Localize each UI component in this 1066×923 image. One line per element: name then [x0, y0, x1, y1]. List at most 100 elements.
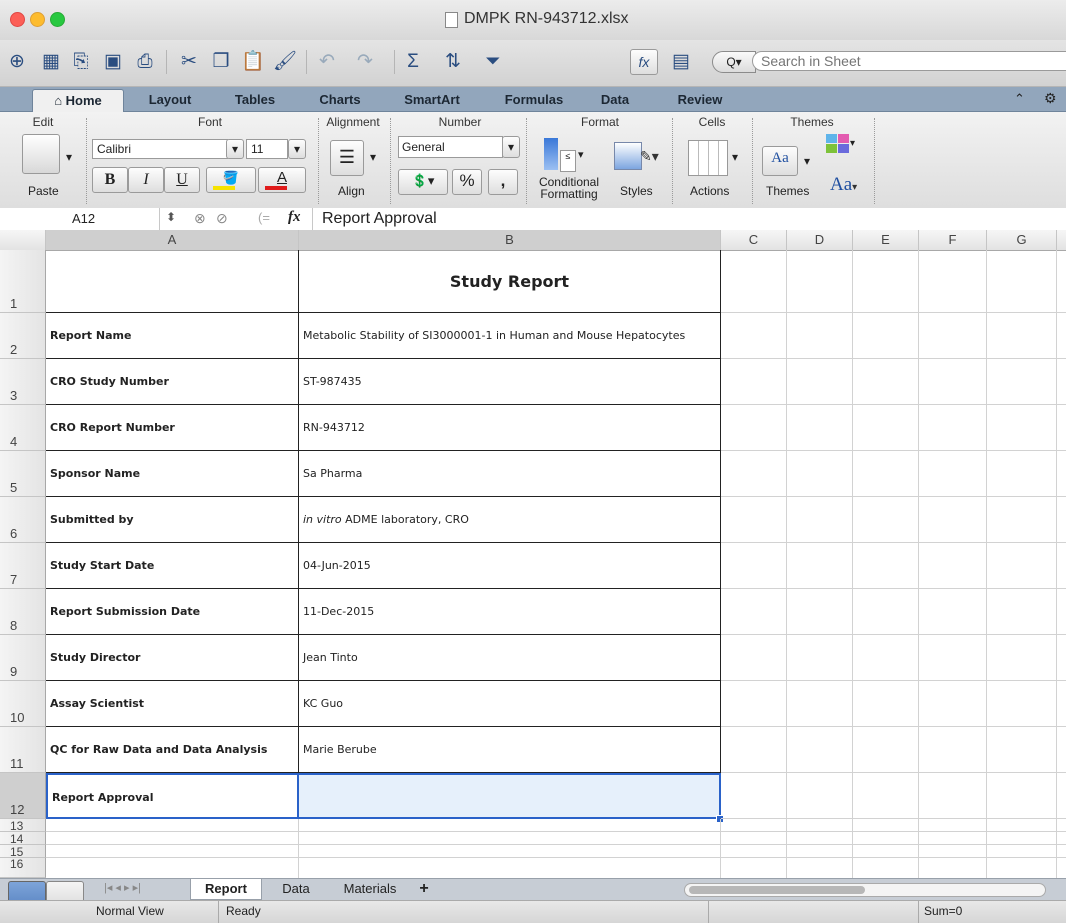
cell-a12-selected[interactable]: Report Approval — [46, 773, 299, 819]
format-painter-icon[interactable]: 🖌 — [272, 50, 298, 74]
cell-a11[interactable]: QC for Raw Data and Data Analysis — [46, 727, 299, 773]
row-header-14[interactable]: 14 — [0, 832, 46, 846]
sort-icon[interactable]: ⇅ — [440, 50, 466, 74]
themes-button[interactable]: Aa — [762, 146, 798, 176]
cut-icon[interactable]: ✂ — [176, 50, 202, 74]
collapse-ribbon-icon[interactable]: ⌃ — [1014, 91, 1025, 107]
autosum-icon[interactable]: Σ — [400, 50, 426, 74]
cell-a4[interactable]: CRO Report Number — [46, 405, 299, 451]
row-header-13[interactable]: 13 — [0, 819, 46, 833]
tab-smartart[interactable]: SmartArt — [385, 89, 479, 111]
tab-layout[interactable]: Layout — [130, 89, 210, 111]
horizontal-scroll-thumb[interactable] — [689, 886, 865, 894]
tab-charts[interactable]: Charts — [300, 89, 380, 111]
cell-a5[interactable]: Sponsor Name — [46, 451, 299, 497]
cancel-entry-icon[interactable]: ⊗ — [194, 210, 206, 227]
number-format-select[interactable]: General — [398, 136, 503, 158]
percent-button[interactable]: % — [452, 169, 482, 195]
copy-icon[interactable]: ❐ — [208, 50, 234, 74]
comma-style-button[interactable]: , — [488, 169, 518, 195]
column-header-a[interactable]: A — [46, 230, 299, 250]
zoom-window-button[interactable] — [50, 12, 65, 27]
confirm-entry-icon[interactable]: ⊘ — [216, 210, 228, 227]
column-header-d[interactable]: D — [787, 230, 853, 250]
conditional-formatting-icon[interactable]: ≤ ▾ — [540, 136, 586, 174]
open-icon[interactable]: ⎘ — [68, 50, 94, 74]
add-sheet-button[interactable]: + — [412, 879, 436, 899]
theme-fonts-button[interactable]: Aa▾ — [830, 174, 857, 196]
equals-icon[interactable]: (= — [258, 210, 270, 225]
align-icon[interactable]: ☰ — [330, 140, 364, 176]
row-header-11[interactable]: 11 — [0, 727, 46, 773]
sheet-navigation-arrows[interactable]: |◂ ◂ ▸ ▸| — [104, 881, 141, 894]
bold-button[interactable]: B — [92, 167, 128, 193]
undo-icon[interactable]: ↶ — [314, 50, 340, 74]
cell-b3[interactable]: ST-987435 — [299, 359, 721, 405]
theme-colors-icon[interactable]: ▾ — [826, 134, 855, 156]
gear-icon[interactable]: ⚙ — [1044, 90, 1057, 107]
font-name-select[interactable]: Calibri — [92, 139, 228, 159]
new-workbook-gallery-icon[interactable]: ⊕ — [4, 50, 30, 74]
search-input[interactable] — [752, 51, 1066, 71]
redo-icon[interactable]: ↷ — [352, 50, 378, 74]
fill-color-button[interactable]: 🪣 — [206, 167, 256, 193]
cell-a10[interactable]: Assay Scientist — [46, 681, 299, 727]
cell-a6[interactable]: Submitted by — [46, 497, 299, 543]
font-size-dropdown-icon[interactable]: ▾ — [288, 139, 306, 159]
row-header-6[interactable]: 6 — [0, 497, 46, 543]
select-all-corner[interactable] — [0, 230, 46, 250]
cell-b10[interactable]: KC Guo — [299, 681, 721, 727]
cell-b1-title[interactable]: Study Report — [299, 250, 721, 313]
formula-input[interactable]: Report Approval — [322, 208, 437, 230]
name-box[interactable]: A12 — [0, 208, 160, 230]
cells-actions-icon[interactable] — [688, 140, 728, 176]
tab-formulas[interactable]: Formulas — [488, 89, 580, 111]
themes-dropdown-icon[interactable]: ▾ — [804, 154, 810, 168]
cell-a9[interactable]: Study Director — [46, 635, 299, 681]
minimize-window-button[interactable] — [30, 12, 45, 27]
toolbox-icon[interactable]: ▤ — [668, 50, 694, 74]
styles-icon[interactable]: ✎▾ — [610, 136, 659, 174]
row-header-2[interactable]: 2 — [0, 313, 46, 359]
close-window-button[interactable] — [10, 12, 25, 27]
name-box-stepper-icon[interactable]: ⬍ — [166, 210, 176, 224]
cell-a1[interactable] — [46, 250, 299, 313]
tab-tables[interactable]: Tables — [215, 89, 295, 111]
row-header-7[interactable]: 7 — [0, 543, 46, 589]
cell-b8[interactable]: 11-Dec-2015 — [299, 589, 721, 635]
cell-b11[interactable]: Marie Berube — [299, 727, 721, 773]
cell-a7[interactable]: Study Start Date — [46, 543, 299, 589]
font-name-dropdown-icon[interactable]: ▾ — [226, 139, 244, 159]
sheet-tab-materials[interactable]: Materials — [330, 879, 410, 899]
row-header-8[interactable]: 8 — [0, 589, 46, 635]
save-icon[interactable]: ▣ — [100, 50, 126, 74]
row-header-3[interactable]: 3 — [0, 359, 46, 405]
underline-button[interactable]: U — [164, 167, 200, 193]
tab-review[interactable]: Review — [660, 89, 740, 111]
tab-home[interactable]: ⌂ Home — [32, 89, 124, 112]
cell-a3[interactable]: CRO Study Number — [46, 359, 299, 405]
formula-builder-icon[interactable]: fx — [630, 49, 658, 75]
column-header-b[interactable]: B — [299, 230, 721, 250]
cell-b5[interactable]: Sa Pharma — [299, 451, 721, 497]
cell-a8[interactable]: Report Submission Date — [46, 589, 299, 635]
row-header-4[interactable]: 4 — [0, 405, 46, 451]
print-icon[interactable]: ⎙ — [132, 50, 158, 74]
column-header-g[interactable]: G — [987, 230, 1057, 250]
font-color-button[interactable]: A — [258, 167, 306, 193]
sheet-tab-data[interactable]: Data — [266, 879, 326, 899]
paste-icon[interactable]: 📋 — [240, 50, 266, 74]
column-header-c[interactable]: C — [721, 230, 787, 250]
conditional-formatting-label[interactable]: Conditional Formatting — [532, 176, 606, 200]
horizontal-scrollbar[interactable] — [684, 883, 1046, 897]
font-size-select[interactable]: 11 — [246, 139, 288, 159]
cells-dropdown-icon[interactable]: ▾ — [732, 150, 738, 164]
cell-b9[interactable]: Jean Tinto — [299, 635, 721, 681]
cell-b6[interactable]: in vitro ADME laboratory, CRO — [299, 497, 721, 543]
paste-clipboard-icon[interactable] — [22, 134, 60, 174]
row-header-5[interactable]: 5 — [0, 451, 46, 497]
cell-a2[interactable]: Report Name — [46, 313, 299, 359]
column-header-e[interactable]: E — [853, 230, 919, 250]
row-header-9[interactable]: 9 — [0, 635, 46, 681]
paste-dropdown-icon[interactable]: ▾ — [66, 150, 72, 164]
